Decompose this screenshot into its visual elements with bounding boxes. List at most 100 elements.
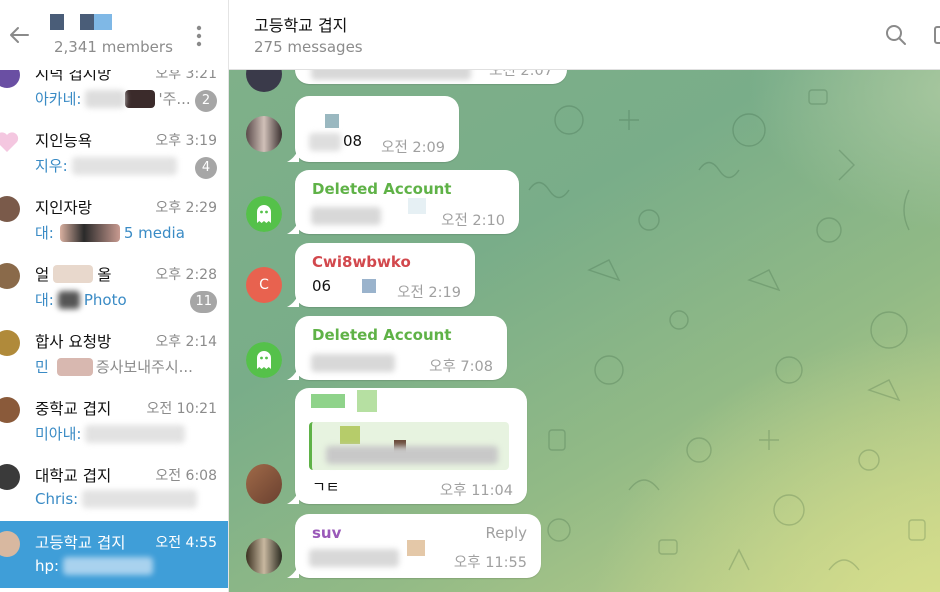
avatar bbox=[0, 397, 20, 423]
avatar: C bbox=[246, 267, 282, 303]
preview-sender: 미아내: bbox=[35, 425, 82, 443]
preview-sender: 아카네: bbox=[35, 90, 82, 108]
ghost-icon bbox=[246, 342, 282, 378]
chat-title[interactable]: 고등학교 겹지 bbox=[254, 12, 347, 36]
avatar bbox=[0, 464, 20, 490]
redacted-image bbox=[125, 89, 156, 108]
redacted-image bbox=[325, 114, 339, 128]
message-bubble[interactable]: Deleted Account 오후 7:08 bbox=[287, 316, 507, 380]
chat-list-item[interactable]: 지인능욕 오후 3:19 지우: 4 bbox=[0, 119, 228, 186]
message-sender[interactable]: Deleted Account bbox=[312, 180, 451, 198]
preview-text: 증사보내주시... bbox=[95, 358, 193, 376]
bubble-tail bbox=[287, 220, 299, 234]
preview-sender: hp: bbox=[35, 557, 60, 575]
avatar bbox=[0, 196, 20, 222]
message-bubble[interactable]: 08 오전 2:09 bbox=[287, 96, 459, 162]
avatar bbox=[0, 263, 20, 289]
message-time: 오후 11:55 bbox=[453, 555, 527, 571]
chat-list-item[interactable]: 합사 요청방 오후 2:14 민 증사보내주시... bbox=[0, 320, 228, 387]
heart-avatar bbox=[0, 132, 19, 152]
message-time: 오후 7:08 bbox=[429, 359, 493, 375]
chat-list-item[interactable]: 얼 올 오후 2:28 대: Photo 11 bbox=[0, 253, 228, 320]
unread-badge: 2 bbox=[195, 90, 217, 112]
chat-name: 중학교 겹지 bbox=[35, 400, 112, 418]
chat-name-prefix: 얼 bbox=[35, 266, 50, 284]
chat-main: 고등학교 겹지 275 messages 오전 2:07 08 오전 2:09 … bbox=[229, 0, 940, 592]
avatar bbox=[246, 464, 282, 504]
chat-preview: 대: 5 media bbox=[35, 222, 185, 243]
chat-header: 고등학교 겹지 275 messages bbox=[229, 0, 940, 70]
chat-time: 오전 6:08 bbox=[155, 468, 217, 484]
redacted-text bbox=[53, 265, 94, 283]
message-time: 오전 2:10 bbox=[441, 213, 505, 229]
redacted-text bbox=[311, 354, 395, 372]
bubble-tail bbox=[287, 564, 299, 578]
preview-sender: Chris: bbox=[35, 490, 79, 508]
search-icon[interactable] bbox=[885, 24, 907, 46]
redacted-text bbox=[63, 557, 154, 575]
chat-name: 지인능욕 bbox=[35, 132, 93, 150]
avatar-letter: C bbox=[259, 277, 269, 293]
chat-preview: 아카네: '주... bbox=[35, 88, 191, 109]
preview-text: '주... bbox=[158, 90, 191, 108]
redacted-image bbox=[57, 290, 80, 309]
chat-time: 오후 3:19 bbox=[155, 133, 217, 149]
redacted-text bbox=[85, 89, 126, 108]
preview-sender: 대: bbox=[35, 224, 54, 242]
unread-badge: 4 bbox=[195, 157, 217, 179]
redacted-image bbox=[408, 198, 426, 214]
chat-time: 오후 2:29 bbox=[155, 200, 217, 216]
redacted-image bbox=[357, 390, 377, 412]
redacted-text bbox=[311, 207, 381, 225]
message-sender[interactable]: Deleted Account bbox=[312, 326, 451, 344]
message-bubble[interactable]: Cwi8wbwko 06 오전 2:19 bbox=[287, 243, 475, 307]
preview-sender: 지우: bbox=[35, 157, 68, 175]
message-sender[interactable]: suv bbox=[312, 524, 341, 542]
redacted-text bbox=[71, 156, 177, 175]
group-name-redacted bbox=[50, 14, 112, 32]
reply-quote[interactable] bbox=[309, 422, 509, 470]
chat-list-item[interactable]: 중학교 겹지 오전 10:21 미아내: bbox=[0, 387, 228, 454]
avatar bbox=[246, 538, 282, 574]
chat-name: 합사 요청방 bbox=[35, 333, 112, 351]
redacted-image bbox=[56, 357, 93, 376]
message-text: 06 bbox=[312, 277, 332, 295]
redacted-text bbox=[326, 446, 498, 464]
chat-list-item-active[interactable]: 고등학교 겹지 오전 4:55 hp: bbox=[0, 521, 228, 588]
chat-preview: hp: bbox=[35, 557, 154, 575]
chat-list: 시덕 겹시방 오후 3:21 아카네: '주... 2 지인능욕 오후 3:19… bbox=[0, 60, 228, 588]
message-sender[interactable]: Cwi8wbwko bbox=[312, 253, 411, 271]
chat-time: 오전 4:55 bbox=[155, 535, 217, 551]
bubble-tail bbox=[287, 490, 299, 504]
chat-list-item[interactable]: 지인자랑 오후 2:29 대: 5 media bbox=[0, 186, 228, 253]
redacted-image bbox=[362, 279, 376, 293]
redacted-image bbox=[407, 540, 425, 556]
chat-time: 오전 10:21 bbox=[146, 401, 217, 417]
dots-vertical-icon[interactable] bbox=[193, 24, 205, 48]
preview-sender: 대: bbox=[35, 291, 54, 309]
chat-name-suffix: 올 bbox=[97, 266, 112, 284]
redacted-text bbox=[82, 490, 198, 508]
chat-name: 지인자랑 bbox=[35, 199, 93, 217]
chat-list-item[interactable]: 대학교 겹지 오전 6:08 Chris: bbox=[0, 454, 228, 521]
members-count: 2,341 members bbox=[54, 38, 173, 56]
avatar bbox=[246, 116, 282, 152]
avatar bbox=[0, 531, 20, 557]
reply-button[interactable]: Reply bbox=[485, 524, 527, 542]
preview-sender: 민 bbox=[35, 358, 49, 376]
unread-badge: 11 bbox=[190, 291, 217, 313]
chat-time: 오후 2:28 bbox=[155, 267, 217, 283]
chat-name: 고등학교 겹지 bbox=[35, 534, 126, 552]
redacted-image bbox=[59, 223, 120, 242]
message-text: 08 bbox=[343, 132, 363, 150]
message-bubble[interactable]: suv Reply 오후 11:55 bbox=[287, 514, 541, 578]
message-time: 오전 2:09 bbox=[381, 140, 445, 156]
message-bubble[interactable]: ㄱㅌ 오후 11:04 bbox=[287, 388, 527, 504]
message-bubble[interactable]: Deleted Account 오전 2:10 bbox=[287, 170, 519, 234]
arrow-left-icon[interactable] bbox=[6, 22, 32, 48]
avatar bbox=[0, 330, 20, 356]
side-panel-icon[interactable] bbox=[934, 26, 940, 44]
preview-media: Photo bbox=[83, 290, 127, 309]
message-time: 오전 2:19 bbox=[397, 285, 461, 301]
message-text: ㄱㅌ bbox=[312, 478, 340, 496]
